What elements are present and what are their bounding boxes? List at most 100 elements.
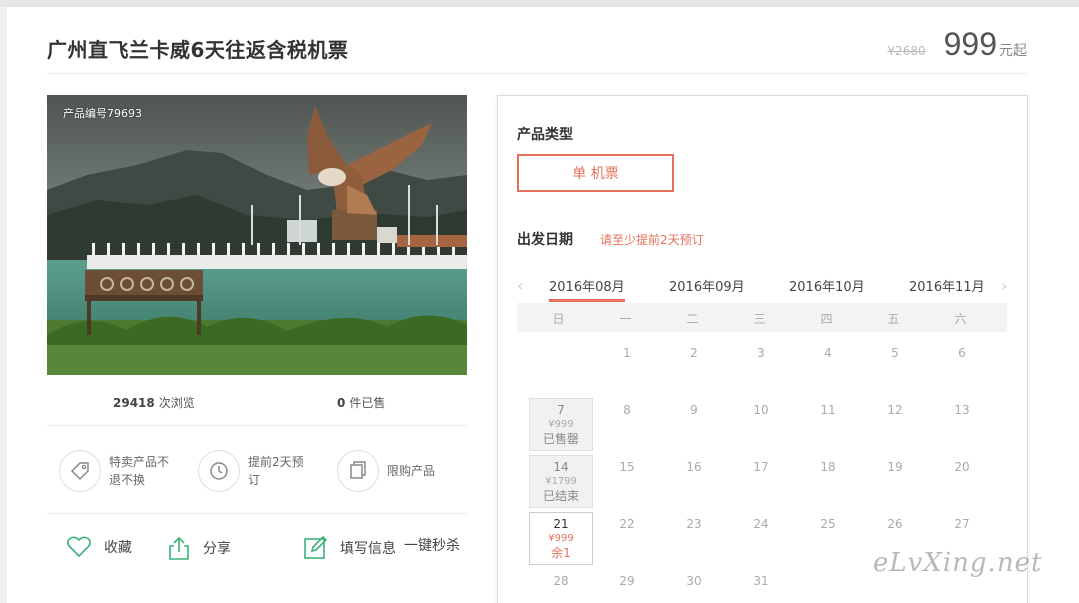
fill-info-button[interactable]: 填写信息: [303, 535, 396, 560]
tab-month-2016-11[interactable]: 2016年11月: [909, 276, 985, 295]
divider: [47, 73, 1027, 74]
calendar-day: 22: [619, 517, 635, 531]
departure-date-label: 出发日期: [517, 232, 573, 248]
chevron-right-icon[interactable]: ›: [1001, 276, 1007, 295]
feature-text: 限购产品: [387, 464, 436, 478]
original-price: ¥2680: [887, 44, 926, 58]
calendar-day: 29: [619, 574, 635, 588]
tag-icon: [59, 450, 101, 492]
calendar-day: 24: [753, 517, 769, 531]
share-button[interactable]: 分享: [167, 535, 231, 561]
calendar-day: 12: [887, 403, 903, 417]
product-photo: 产品编号79693: [47, 95, 467, 375]
calendar-cell-soldout: 7 ¥999 已售罄: [529, 398, 593, 451]
weekday-wed: 三: [753, 312, 766, 326]
calendar-day: 31: [753, 574, 769, 588]
edit-icon: [304, 535, 328, 559]
weekday-sun: 日: [552, 312, 565, 326]
weekday-thu: 四: [820, 312, 833, 326]
calendar-cell-available[interactable]: 21 ¥999 余1: [529, 512, 593, 565]
feature-text: 特卖产品不退不换: [109, 455, 170, 487]
weekday-mon: 一: [619, 312, 632, 326]
calendar-day: 19: [887, 460, 903, 474]
calendar-day: 25: [820, 517, 836, 531]
sold-stat: 0 件已售: [337, 394, 385, 411]
weekday-header: 日 一 二 三 四 五 六: [517, 303, 1007, 332]
calendar-day: 23: [686, 517, 702, 531]
product-stats: 29418 次浏览 0 件已售: [47, 394, 467, 412]
feature-limited: 限购产品: [337, 450, 453, 492]
tab-month-2016-10[interactable]: 2016年10月: [789, 276, 865, 295]
cell-status: 已售罄: [542, 432, 579, 446]
chevron-left-icon[interactable]: ‹: [517, 276, 523, 295]
heart-icon: [67, 536, 91, 558]
calendar-cell-ended: 14 ¥1799 已结束: [529, 455, 593, 508]
calendar-day: 11: [820, 403, 836, 417]
calendar-day: 2: [690, 346, 698, 360]
views-label: 次浏览: [158, 396, 195, 410]
views-count: 29418: [113, 396, 155, 410]
tab-month-2016-09[interactable]: 2016年09月: [669, 276, 745, 295]
calendar-day: 27: [954, 517, 970, 531]
booking-hint: 请至少提前2天预订: [600, 233, 704, 247]
views-stat: 29418 次浏览: [113, 394, 195, 411]
product-type-option[interactable]: 单 机票: [517, 154, 674, 192]
calendar-day: 18: [820, 460, 836, 474]
calendar-day: 6: [958, 346, 966, 360]
fill-info-label: 填写信息: [340, 540, 396, 557]
weekday-tue: 二: [686, 312, 699, 326]
sold-count: 0: [337, 396, 346, 410]
flash-buy-button[interactable]: 一键秒杀: [392, 535, 460, 555]
cell-status: 余1: [551, 546, 571, 560]
feature-no-refund: 特卖产品不退不换: [59, 450, 175, 492]
eagle-square-image: [47, 95, 467, 375]
tab-month-2016-08[interactable]: 2016年08月: [549, 276, 625, 302]
weekday-sat: 六: [954, 312, 967, 326]
copy-icon: [337, 450, 379, 492]
calendar-day: 1: [623, 346, 631, 360]
calendar-day: 3: [757, 346, 765, 360]
product-type-label: 产品类型: [517, 127, 573, 143]
share-label: 分享: [203, 541, 231, 557]
divider: [47, 425, 467, 426]
current-price: 999: [943, 26, 997, 62]
calendar-day: 26: [887, 517, 903, 531]
calendar-day: 5: [891, 346, 899, 360]
calendar-day: 15: [619, 460, 635, 474]
calendar-day: 10: [753, 403, 769, 417]
feature-text: 提前2天预订: [248, 455, 304, 487]
share-icon: [169, 536, 189, 560]
calendar-day: 13: [954, 403, 970, 417]
cell-price: ¥999: [548, 533, 574, 544]
calendar-day: 9: [690, 403, 698, 417]
favorite-button[interactable]: 收藏: [66, 535, 132, 559]
product-title: 广州直飞兰卡威6天往返含税机票: [47, 38, 349, 62]
calendar-day: 16: [686, 460, 702, 474]
cell-day: 21: [553, 517, 569, 531]
product-code: 产品编号79693: [63, 107, 142, 120]
cell-price: ¥1799: [545, 476, 577, 487]
calendar-day: 28: [553, 574, 569, 588]
cell-day: 14: [553, 460, 569, 474]
calendar-day: 20: [954, 460, 970, 474]
calendar-day: 17: [753, 460, 769, 474]
top-strip: [0, 0, 1079, 7]
calendar-day: 4: [824, 346, 832, 360]
flash-buy-label: 一键秒杀: [404, 538, 460, 554]
cell-day: 7: [557, 403, 565, 417]
sold-label: 件已售: [349, 396, 386, 410]
month-tabs: ‹ 2016年08月 2016年09月 2016年10月 2016年11月 ›: [517, 274, 1007, 304]
feature-advance-booking: 提前2天预订: [198, 450, 314, 492]
price-unit: 元起: [999, 43, 1027, 59]
calendar-day: 30: [686, 574, 702, 588]
cell-status: 已结束: [542, 489, 579, 503]
price-box: ¥2680 999 元起: [887, 26, 1027, 63]
watermark: eLvXing.net: [873, 548, 1043, 578]
calendar-day: 8: [623, 403, 631, 417]
clock-icon: [198, 450, 240, 492]
booking-panel: 产品类型 单 机票 出发日期 请至少提前2天预订 ‹ 2016年08月 2016…: [497, 95, 1028, 603]
cell-price: ¥999: [548, 419, 574, 430]
weekday-fri: 五: [887, 312, 900, 326]
divider: [47, 513, 467, 514]
favorite-label: 收藏: [104, 540, 132, 556]
